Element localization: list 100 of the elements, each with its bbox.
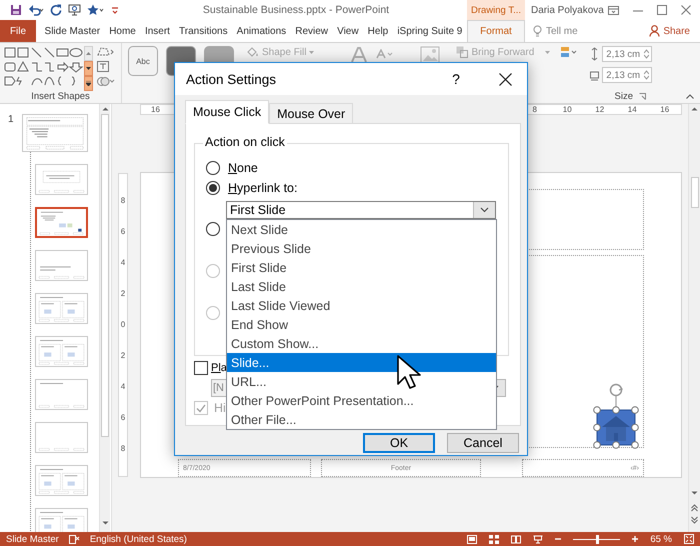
gallery-more-button[interactable] [84,76,93,91]
scrollbar[interactable] [688,104,700,532]
width-field[interactable]: 2,13 cm [602,67,652,83]
ribbon-tab[interactable]: Insert [140,20,174,42]
edit-shape-icon[interactable] [97,46,115,57]
scrollbar-thumb[interactable] [690,177,698,208]
slide-thumbnail[interactable] [35,379,88,410]
group-label: Size [614,91,634,102]
star-icon[interactable] [87,4,105,16]
spinner-icon [644,49,650,59]
radio-button[interactable] [206,181,220,195]
group-label: Action on click [203,135,287,149]
dialog-launcher-icon[interactable] [639,93,646,100]
merge-shapes-icon[interactable] [97,76,115,87]
ribbon-tab[interactable]: Format [467,20,525,42]
gallery-scroll-button[interactable] [84,46,93,61]
undo-icon[interactable] [28,4,44,16]
dropdown-option[interactable]: Slide... [227,353,496,372]
height-icon [590,47,600,61]
selection-pane-icon[interactable] [560,46,578,58]
fit-slide-icon[interactable] [684,534,694,544]
down-arrow-icon [86,67,91,70]
scrollbar[interactable] [99,104,110,532]
radio-label[interactable]: None [228,161,258,175]
ribbon-tab[interactable]: Slide Master [40,20,104,42]
spinner-icon [644,70,650,80]
checkbox-label: Hi [214,401,226,415]
ribbon-tab[interactable]: iSpring Suite 9 [393,20,466,42]
gallery-scroll-button[interactable] [84,61,93,76]
cursor-icon [397,355,421,391]
close-icon [498,72,512,86]
previous-slide-icon[interactable] [691,504,698,512]
shape-style[interactable]: Abc [128,46,158,76]
close-icon[interactable] [681,5,691,15]
slide-thumbnail[interactable] [22,114,88,152]
slide-thumbnail[interactable] [35,250,88,281]
zoom-level: 65 % [650,534,672,544]
notes-icon[interactable] [68,534,80,544]
caret-icon [309,50,314,54]
person-icon [649,25,660,37]
ok-button[interactable]: OK [363,433,435,453]
collapse-ribbon-icon[interactable] [686,94,694,99]
chevron-icon [480,207,489,213]
slide-thumbnail[interactable] [35,336,88,367]
ribbon-tab[interactable]: Help [364,20,392,42]
window-title: Sustainable Business.pptx - PowerPoint [202,4,390,16]
slide-number: 1 [7,114,15,125]
slide-show-icon[interactable] [533,534,544,544]
caret-icon [545,50,550,54]
presentation-icon[interactable] [68,4,81,16]
ribbon-tab[interactable]: Review [291,20,332,42]
checkbox-label[interactable]: Pla [211,362,227,374]
slide-thumbnail[interactable] [35,293,88,324]
reading-view-icon[interactable] [511,534,522,544]
zoom-out-icon[interactable] [555,536,562,542]
more-icon [86,81,91,86]
vertical-ruler: 8 6 4 2 0 2 4 6 8 [118,173,128,477]
slide-thumbnail[interactable] [35,207,88,238]
redo-icon[interactable] [50,4,62,16]
home-action-button[interactable] [592,382,640,450]
cancel-button[interactable]: Cancel [447,433,519,453]
radio-label[interactable]: Hyperlink to: [228,181,298,195]
ribbon-tab[interactable]: Animations [232,20,290,42]
tell-me-field[interactable]: Tell me [546,26,606,36]
bring-forward-icon [456,46,468,58]
checkbox[interactable] [194,361,208,375]
help-button[interactable]: ? [441,71,471,87]
zoom-in-icon[interactable] [632,536,638,542]
dialog-tab[interactable]: Mouse Over [269,103,354,123]
ribbon-tab[interactable]: Home [105,20,140,42]
normal-view-icon[interactable] [467,534,478,544]
radio-button[interactable] [206,222,220,236]
slide-sorter-icon[interactable] [489,534,500,544]
radio-button[interactable] [206,161,220,175]
customize-icon[interactable] [111,5,119,15]
user-name: Daria Polyakova [530,4,604,16]
ribbon-tab[interactable]: Transitions [175,20,232,42]
ribbon-tab[interactable]: View [333,20,363,42]
context-tab-header: Drawing T... [467,0,525,20]
next-slide-icon[interactable] [691,516,698,524]
hyperlink-dropdown[interactable]: First Slide [226,201,496,219]
lightbulb-icon [533,25,542,37]
slide-thumbnail[interactable] [35,465,88,496]
alt-text-icon[interactable] [420,46,440,64]
slide-thumbnail[interactable] [35,422,88,453]
share-button[interactable]: Share [649,20,690,42]
save-icon[interactable] [10,4,22,16]
language-status: English (United States) [90,534,187,544]
slide-thumbnail[interactable] [35,164,88,195]
view-name: Slide Master [6,534,59,544]
paint-bucket-icon [246,46,259,58]
file-tab[interactable]: File [0,20,36,42]
ribbon-display-icon[interactable] [608,6,619,14]
scrollbar-thumb[interactable] [101,114,109,437]
slide-thumbnail[interactable] [35,508,88,532]
dialog-tab[interactable]: Mouse Click [185,100,270,124]
group-label: Insert Shapes [31,91,90,102]
maximize-icon[interactable] [657,5,667,15]
text-box-icon[interactable] [97,61,109,72]
height-field[interactable]: 2,13 cm [602,46,652,62]
